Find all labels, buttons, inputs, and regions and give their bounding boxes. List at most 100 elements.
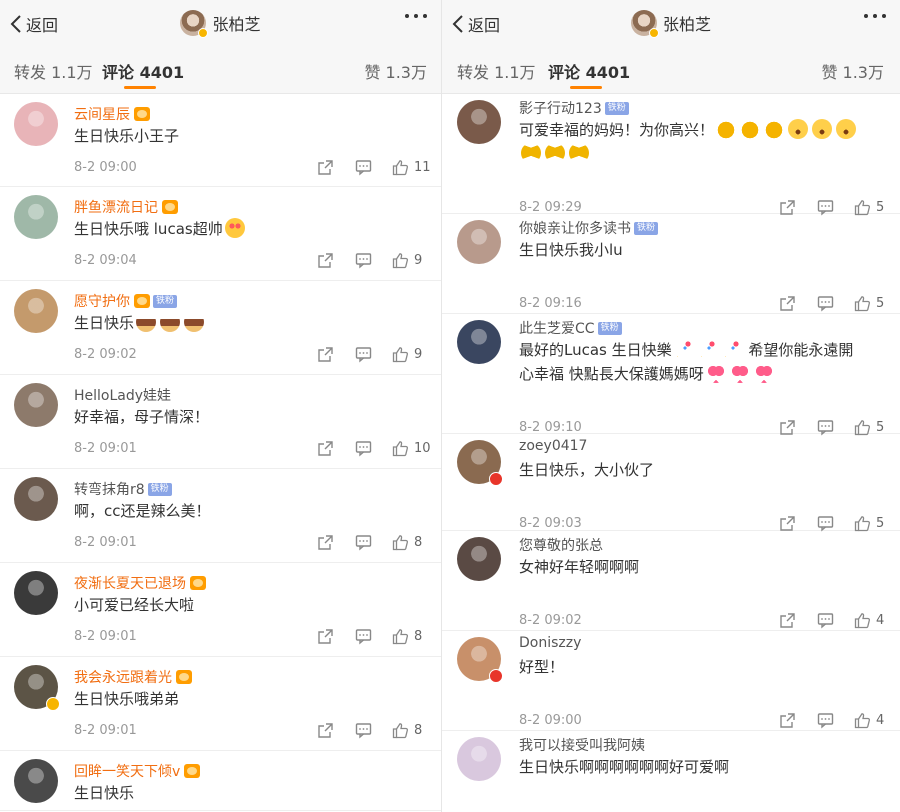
share-icon[interactable] (317, 628, 334, 645)
tab-comments[interactable]: 评论 4401 (548, 59, 630, 83)
reply-icon[interactable] (355, 534, 372, 551)
username[interactable]: 影子行动123 (519, 98, 602, 118)
share-icon[interactable] (317, 722, 334, 739)
username-row: 我会永远跟着光 (74, 667, 192, 687)
tab-comments[interactable]: 评论 4401 (102, 59, 184, 83)
username-row: 转弯抹角r8 铁粉 (74, 479, 172, 499)
username[interactable]: 我会永远跟着光 (74, 667, 172, 687)
party-emoji (673, 339, 694, 359)
comment-actions: 8 (317, 534, 428, 551)
like-icon[interactable] (854, 612, 871, 629)
avatar[interactable] (457, 220, 501, 264)
tab-repost[interactable]: 转发 1.1万 (14, 59, 93, 83)
share-icon[interactable] (779, 515, 796, 532)
avatar[interactable] (180, 10, 209, 38)
username[interactable]: HelloLady娃娃 (74, 385, 171, 405)
tab-likes[interactable]: 赞 1.3万 (821, 59, 884, 83)
vip-crown-icon (134, 107, 150, 121)
tab-likes[interactable]: 赞 1.3万 (364, 59, 427, 83)
username-row: 你娘亲让你多读书 铁粉 (519, 218, 659, 238)
like-count: 8 (414, 629, 423, 644)
reply-icon[interactable] (817, 295, 834, 312)
avatar[interactable] (457, 537, 501, 581)
like-icon[interactable] (392, 159, 409, 176)
username[interactable]: 你娘亲让你多读书 (519, 218, 631, 238)
reply-icon[interactable] (355, 346, 372, 363)
reply-icon[interactable] (355, 722, 372, 739)
username[interactable]: zoey0417 (519, 438, 587, 454)
username[interactable]: 转弯抹角r8 (74, 479, 145, 499)
share-icon[interactable] (317, 159, 334, 176)
comment-item: 此生芝爱CC 铁粉 最好的Lucas 生日快樂 希望你能永遠開 心幸福 快點長大保護媽… (442, 314, 900, 436)
reply-icon[interactable] (817, 612, 834, 629)
avatar[interactable] (14, 289, 58, 333)
reply-icon[interactable] (355, 440, 372, 457)
share-icon[interactable] (317, 252, 334, 269)
tab-active-indicator (570, 86, 602, 89)
share-icon[interactable] (779, 295, 796, 312)
username[interactable]: 回眸一笑天下倾v (74, 761, 180, 781)
username[interactable]: 此生芝爱CC (519, 318, 595, 338)
like-icon[interactable] (392, 722, 409, 739)
avatar[interactable] (457, 737, 501, 781)
like-icon[interactable] (392, 534, 409, 551)
username[interactable]: 夜渐长夏天已退场 (74, 573, 186, 593)
timestamp: 8-2 09:01 (74, 441, 137, 456)
comment-text: 生日快乐 (74, 781, 134, 805)
like-icon[interactable] (854, 712, 871, 729)
like-icon[interactable] (392, 440, 409, 457)
comment-item: Doniszzy 好型！ 8-2 09:00 4 (442, 631, 900, 731)
reply-icon[interactable] (817, 712, 834, 729)
like-icon[interactable] (854, 515, 871, 532)
comment-text-content: 女神好年轻啊啊啊 (519, 558, 640, 576)
avatar[interactable] (14, 195, 58, 239)
avatar[interactable] (630, 10, 659, 38)
avatar[interactable] (14, 102, 58, 146)
username[interactable]: Doniszzy (519, 635, 581, 651)
more-dot-icon (423, 14, 427, 18)
share-icon[interactable] (317, 440, 334, 457)
like-icon[interactable] (392, 252, 409, 269)
reply-icon[interactable] (355, 628, 372, 645)
username[interactable]: 我可以接受叫我阿姨 (519, 735, 645, 755)
avatar[interactable] (14, 477, 58, 521)
victory-emoji (569, 143, 589, 163)
like-icon[interactable] (392, 628, 409, 645)
comment-actions: 9 (317, 252, 428, 269)
comment-text-content: 好幸福，母子情深！ (74, 408, 210, 426)
like-icon[interactable] (392, 346, 409, 363)
fan-badge: 铁粉 (153, 294, 178, 308)
comment-actions: 8 (317, 722, 428, 739)
tab-repost[interactable]: 转发 1.1万 (457, 59, 536, 83)
avatar[interactable] (14, 571, 58, 615)
share-icon[interactable] (779, 612, 796, 629)
avatar[interactable] (14, 759, 58, 803)
page-title: 张柏芝 (442, 10, 900, 38)
reply-icon[interactable] (817, 515, 834, 532)
username[interactable]: 胖鱼漂流日记 (74, 197, 158, 217)
comment-item: HelloLady娃娃 好幸福，母子情深！ 8-2 09:01 10 (0, 375, 441, 469)
comment-text: 好型！ (519, 655, 564, 679)
more-button[interactable] (405, 14, 427, 18)
vip-crown-icon (162, 200, 178, 214)
avatar[interactable] (457, 100, 501, 144)
like-icon[interactable] (854, 295, 871, 312)
username[interactable]: 愿守护你 (74, 291, 130, 311)
reply-icon[interactable] (355, 252, 372, 269)
reply-icon[interactable] (355, 159, 372, 176)
like-count: 5 (876, 420, 885, 435)
comment-text: 生日快乐 (74, 311, 206, 335)
comment-text-content: 心幸福 快點長大保護媽媽呀 (519, 365, 704, 383)
comment-text-content: 生日快乐哦 lucas超帅 (74, 220, 223, 238)
victory-emoji (521, 143, 541, 163)
username[interactable]: 云间星辰 (74, 104, 130, 124)
cake-emoji (160, 312, 181, 332)
avatar[interactable] (457, 320, 501, 364)
username[interactable]: 您尊敬的张总 (519, 535, 603, 555)
more-button[interactable] (864, 14, 886, 18)
share-icon[interactable] (317, 534, 334, 551)
avatar[interactable] (14, 383, 58, 427)
share-icon[interactable] (779, 712, 796, 729)
share-icon[interactable] (317, 346, 334, 363)
member-badge-icon (489, 472, 503, 486)
